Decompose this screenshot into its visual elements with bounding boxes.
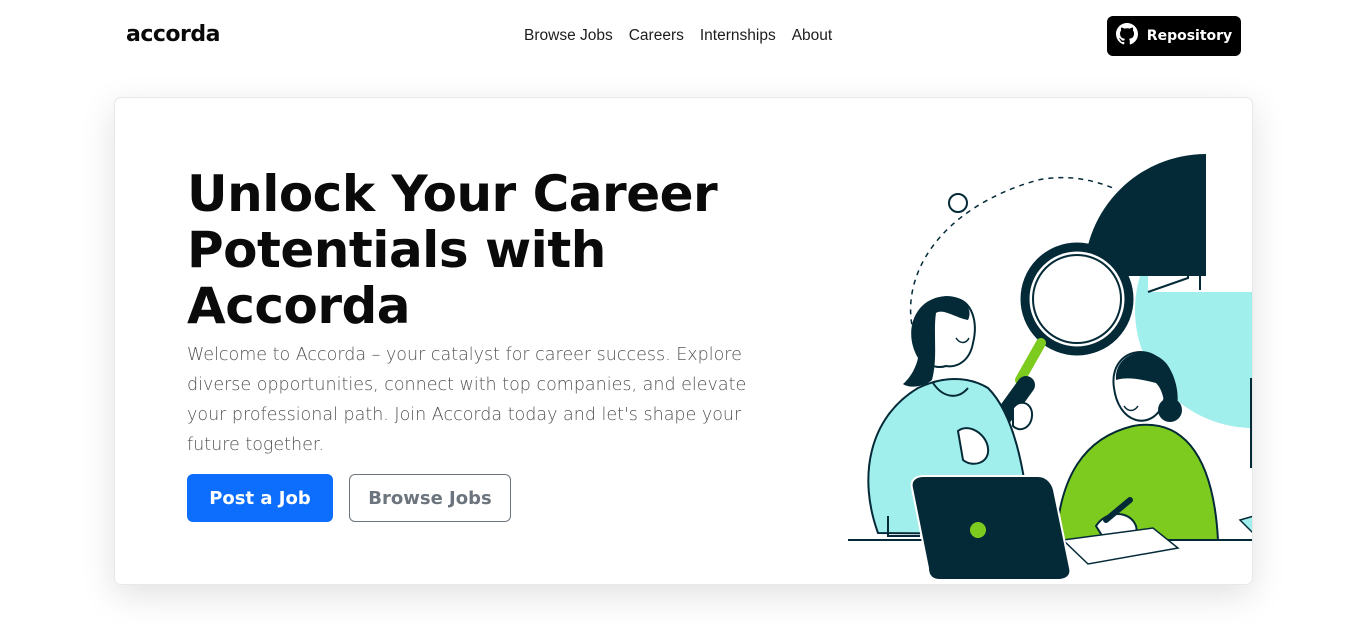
hero-title: Unlock Your Career Potentials with Accor…	[187, 165, 718, 335]
nav-link-browse-jobs[interactable]: Browse Jobs	[524, 27, 613, 45]
nav-links: Browse Jobs Careers Internships About	[524, 27, 832, 45]
nav-link-internships[interactable]: Internships	[700, 27, 776, 45]
nav-link-careers[interactable]: Careers	[629, 27, 684, 45]
hero-description: Welcome to Accorda – your catalyst for c…	[187, 345, 747, 455]
github-icon	[1115, 23, 1138, 49]
post-job-button[interactable]: Post a Job	[187, 474, 333, 522]
browse-jobs-button[interactable]: Browse Jobs	[349, 474, 511, 522]
repository-button[interactable]: Repository	[1107, 16, 1241, 56]
job-search-illustration	[848, 154, 1252, 581]
repository-label: Repository	[1146, 28, 1233, 44]
brand-logo[interactable]: accorda	[126, 22, 221, 47]
navbar: accorda Browse Jobs Careers Internships …	[0, 0, 1366, 72]
hero-card: Unlock Your Career Potentials with Accor…	[114, 97, 1253, 585]
nav-link-about[interactable]: About	[792, 27, 833, 45]
